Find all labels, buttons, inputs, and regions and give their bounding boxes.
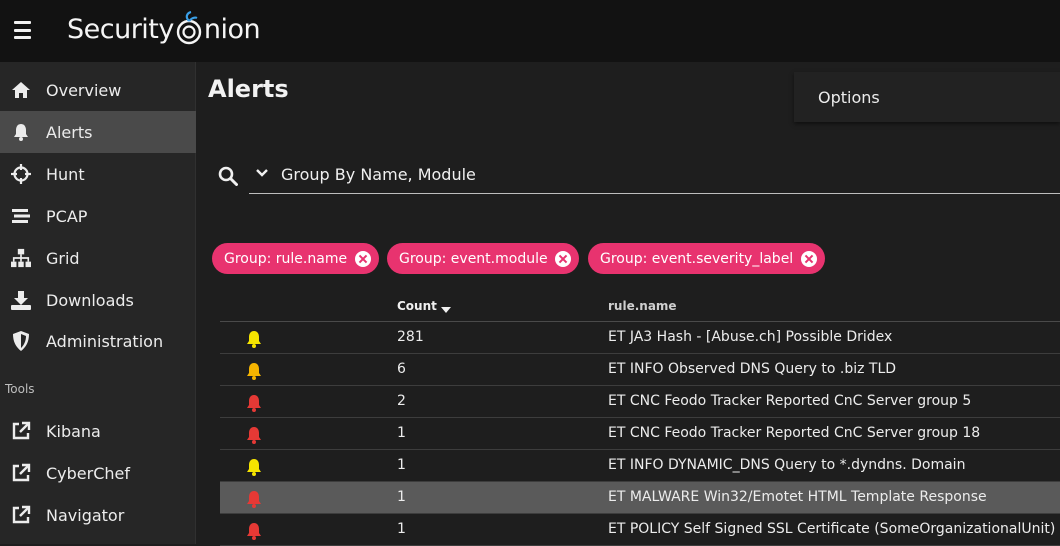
sidebar-item-pcap[interactable]: PCAP (0, 195, 196, 237)
shield-icon (11, 331, 31, 351)
sidebar-item-alerts[interactable]: Alerts (0, 111, 196, 153)
table-header: Count rule.name (220, 290, 1060, 322)
tools-section-label: Tools (5, 382, 35, 396)
logo-text-nion: nion (203, 13, 261, 45)
alerts-table: Count rule.name 281 ET JA3 Hash - [Abuse.… (220, 290, 1060, 546)
cell-count: 1 (397, 521, 406, 537)
home-icon (11, 80, 31, 100)
cell-rule-name: ET INFO Observed DNS Query to .biz TLD (608, 361, 897, 377)
table-body: 281 ET JA3 Hash - [Abuse.ch] Possible Dri… (220, 322, 1060, 546)
sidebar-item-label: PCAP (46, 206, 88, 226)
cell-rule-name: ET INFO DYNAMIC_DNS Query to *.dyndns. D… (608, 457, 966, 473)
chip-group-rule-name[interactable]: Group: rule.name (212, 243, 379, 274)
cell-rule-name: ET POLICY Self Signed SSL Certificate (S… (608, 521, 1056, 537)
table-row[interactable]: 1 ET CNC Feodo Tracker Reported CnC Serve… (220, 418, 1060, 450)
bell-icon (247, 395, 261, 412)
logo-text-security: Security (67, 13, 174, 45)
sidebar-item-label: CyberChef (46, 463, 131, 483)
chip-group-event-module[interactable]: Group: event.module (387, 243, 579, 274)
chevron-down-icon[interactable] (255, 168, 269, 178)
bell-icon (247, 427, 261, 444)
cell-count: 6 (397, 361, 406, 377)
close-circle-icon[interactable] (555, 251, 571, 267)
table-row[interactable]: 2 ET CNC Feodo Tracker Reported CnC Serve… (220, 386, 1060, 418)
sidebar-item-label: Navigator (46, 505, 125, 525)
sidebar-item-grid[interactable]: Grid (0, 237, 196, 279)
cell-rule-name: ET CNC Feodo Tracker Reported CnC Server… (608, 393, 972, 409)
cell-count: 1 (397, 425, 406, 441)
sidebar-item-label: Grid (46, 248, 80, 268)
crosshairs-icon (11, 164, 31, 184)
bell-icon (247, 331, 261, 348)
sidebar-item-label: Hunt (46, 164, 85, 184)
external-link-icon (11, 505, 31, 525)
sidebar-item-hunt[interactable]: Hunt (0, 153, 196, 195)
sidebar: Overview Alerts Hunt PCAP Grid Downloads (0, 62, 196, 544)
cell-rule-name: ET CNC Feodo Tracker Reported CnC Server… (608, 425, 981, 441)
cell-count: 2 (397, 393, 406, 409)
chip-label: Group: event.severity_label (600, 250, 794, 267)
sidebar-item-label: Overview (46, 80, 122, 100)
cell-count: 1 (397, 457, 406, 473)
query-text: Group By Name, Module (281, 165, 476, 184)
bell-icon (247, 491, 261, 508)
table-row[interactable]: 1 ET MALWARE Win32/Emotet HTML Template R… (220, 482, 1060, 514)
chip-label: Group: rule.name (224, 250, 348, 267)
bell-icon (247, 363, 261, 380)
page-title: Alerts (208, 75, 289, 103)
sidebar-item-label: Downloads (46, 290, 134, 310)
sidebar-item-downloads[interactable]: Downloads (0, 279, 196, 321)
search-icon[interactable] (218, 166, 238, 186)
close-circle-icon[interactable] (801, 251, 817, 267)
table-row[interactable]: 1 ET INFO DYNAMIC_DNS Query to *.dyndns. … (220, 450, 1060, 482)
chip-group-event-severity-label[interactable]: Group: event.severity_label (588, 243, 825, 274)
sitemap-icon (11, 248, 31, 268)
sidebar-item-overview[interactable]: Overview (0, 69, 196, 111)
cell-rule-name: ET JA3 Hash - [Abuse.ch] Possible Dridex (608, 329, 893, 345)
sidebar-item-navigator[interactable]: Navigator (0, 494, 196, 536)
app-bar: Security nion (0, 0, 1060, 62)
sidebar-item-label: Administration (46, 331, 164, 351)
cell-count: 1 (397, 489, 406, 505)
table-row[interactable]: 281 ET JA3 Hash - [Abuse.ch] Possible Dri… (220, 322, 1060, 354)
bell-icon (247, 459, 261, 476)
cell-count: 281 (397, 329, 424, 345)
options-label: Options (818, 88, 880, 107)
options-panel[interactable]: Options (794, 72, 1060, 122)
chip-label: Group: event.module (399, 250, 548, 267)
menu-icon[interactable] (14, 21, 34, 39)
table-row[interactable]: 1 ET POLICY Self Signed SSL Certificate (… (220, 514, 1060, 546)
sidebar-item-kibana[interactable]: Kibana (0, 410, 196, 452)
sidebar-item-administration[interactable]: Administration (0, 320, 196, 362)
cell-rule-name: ET MALWARE Win32/Emotet HTML Template Re… (608, 489, 987, 505)
main-content: Alerts Options Group By Name, Module Gro… (197, 62, 1060, 546)
sidebar-item-cyberchef[interactable]: CyberChef (0, 452, 196, 494)
security-onion-logo[interactable]: Security nion (67, 8, 261, 50)
column-header-rule-name[interactable]: rule.name (608, 299, 677, 313)
sidebar-item-label: Kibana (46, 421, 101, 441)
download-icon (11, 290, 31, 310)
bell-icon (247, 523, 261, 540)
column-header-count[interactable]: Count (397, 299, 437, 313)
table-row[interactable]: 6 ET INFO Observed DNS Query to .biz TLD (220, 354, 1060, 386)
sort-desc-icon[interactable] (441, 306, 451, 314)
external-link-icon (11, 421, 31, 441)
external-link-icon (11, 463, 31, 483)
bell-icon (11, 122, 31, 142)
close-circle-icon[interactable] (355, 251, 371, 267)
stream-icon (11, 206, 31, 226)
onion-logo-icon (176, 11, 202, 45)
sidebar-item-label: Alerts (46, 122, 93, 142)
query-input[interactable]: Group By Name, Module (249, 154, 1060, 194)
